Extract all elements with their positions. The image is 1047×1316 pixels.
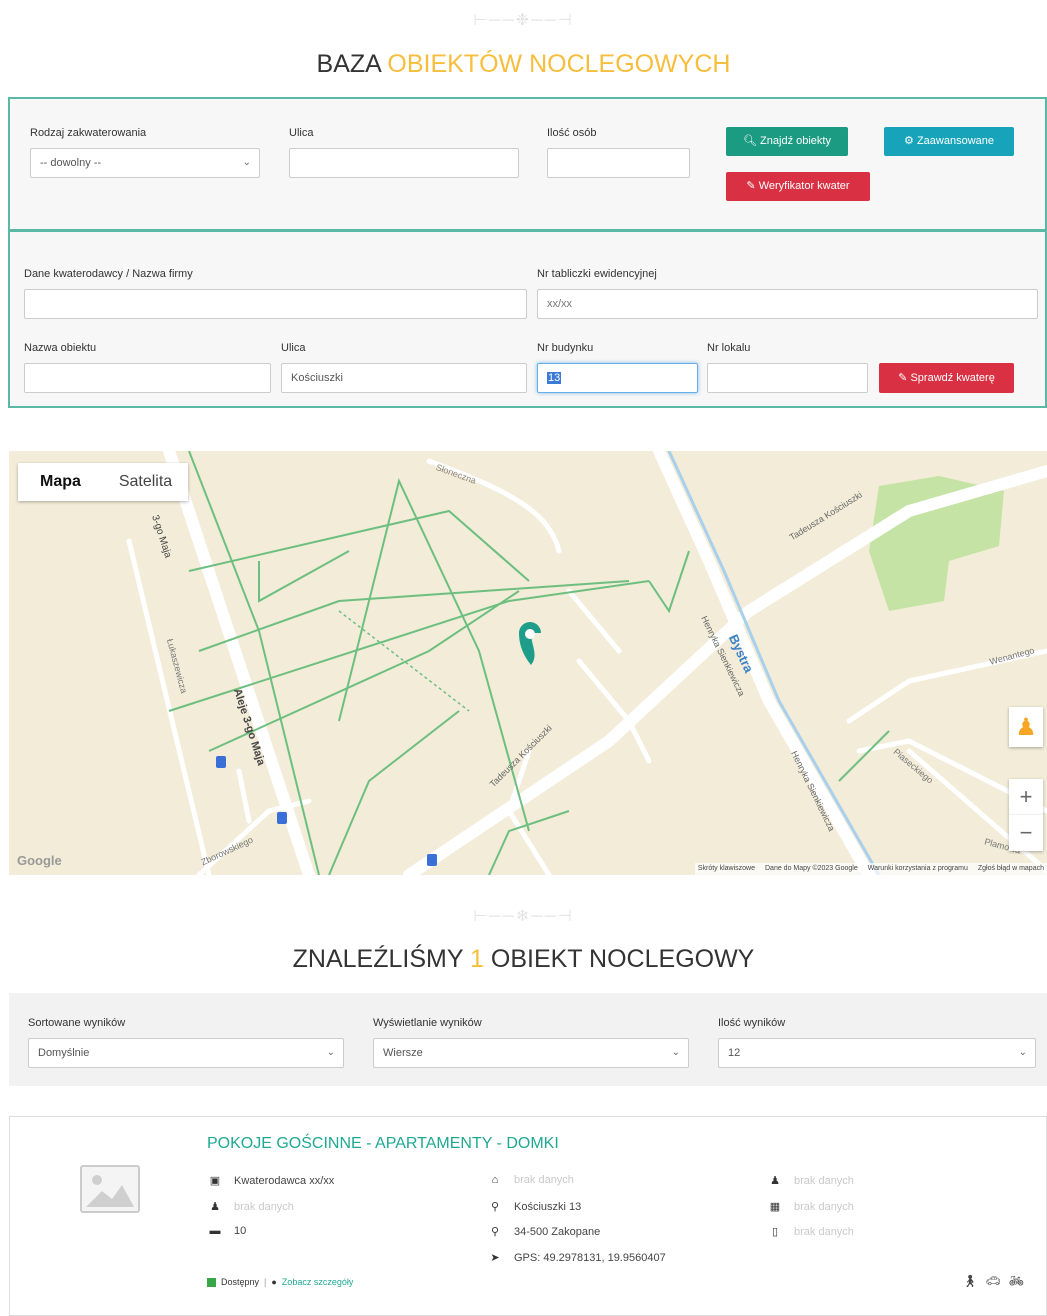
chevron-down-icon: ⌄	[242, 157, 251, 168]
tab-map[interactable]: Mapa	[18, 463, 103, 501]
city-info: ⚲ 34-500 Zakopane	[488, 1225, 600, 1239]
contact-info: ♟ brak danych	[208, 1200, 294, 1214]
apartment-label: Nr lokalu	[707, 342, 751, 354]
street-label: Ulica	[289, 127, 314, 139]
map-marker-icon: ⚲	[490, 1201, 500, 1213]
tag-icon: ✎	[898, 372, 908, 384]
verifier-panel: Dane kwaterodawcy / Nazwa firmy Nr tabli…	[8, 230, 1047, 408]
listing-card: POKOJE GOŚCINNE - APARTAMENTY - DOMKI ▣ K…	[9, 1116, 1047, 1316]
results-options-panel: Sortowane wyników Domyślnie ⌄ Wyświetlani…	[9, 993, 1047, 1086]
search-panel: Rodzaj zakwaterowania -- dowolny -- ⌄ Uli…	[8, 97, 1047, 231]
gps-info: ➤ GPS: 49.2978131, 19.9560407	[488, 1251, 665, 1265]
bicycle-icon: 🚲︎	[1008, 1274, 1024, 1288]
phone-icon: ▦	[769, 1201, 781, 1213]
find-objects-button[interactable]: 🔍︎ Znajdź obiekty	[726, 127, 848, 156]
type-label: Rodzaj zakwaterowania	[30, 127, 147, 139]
listing-title[interactable]: POKOJE GOŚCINNE - APARTAMENTY - DOMKI	[207, 1135, 559, 1153]
plate-input[interactable]: xx/xx	[537, 289, 1038, 319]
advanced-button[interactable]: ⚙ Zaawansowane	[884, 127, 1014, 156]
sort-select[interactable]: Domyślnie ⌄	[28, 1038, 344, 1068]
zoom-in-button[interactable]: +	[1009, 779, 1043, 815]
gear-icon: ⚙	[904, 135, 914, 147]
chevron-down-icon: ⌄	[326, 1047, 335, 1058]
verifier-street-input[interactable]: Kościuszki	[281, 363, 527, 393]
persons-label: Ilość osób	[547, 127, 597, 139]
amenity-icons: 🚶︎ 🚗︎ 🚲︎	[962, 1274, 1024, 1288]
chevron-down-icon: ⌄	[671, 1047, 680, 1058]
persons-input[interactable]	[547, 148, 690, 178]
available-icon	[207, 1277, 216, 1287]
landlord-label: Dane kwaterodawcy / Nazwa firmy	[24, 268, 193, 280]
tag-icon: ✎	[746, 180, 756, 192]
user-icon: ♟	[210, 1201, 220, 1213]
map[interactable]: Słoneczna Tadeusza Kościuszki Tadeusza K…	[9, 451, 1047, 875]
map-canvas	[9, 451, 1047, 875]
verifier-street-label: Ulica	[281, 342, 306, 354]
sort-label: Sortowane wyników	[28, 1017, 126, 1029]
beds-info: ▬ 10	[209, 1225, 247, 1237]
plate-label: Nr tabliczki ewidencyjnej	[537, 268, 657, 280]
category-info: ⌂ brak danych	[488, 1174, 574, 1186]
zoom-out-button[interactable]: −	[1009, 815, 1043, 851]
mobile-icon: ▯	[771, 1226, 779, 1238]
perpage-select[interactable]: 12 ⌄	[718, 1038, 1036, 1068]
info-icon: ●	[271, 1277, 277, 1287]
ornament-divider: ⊢──❄──⊣	[473, 908, 574, 925]
street-input[interactable]	[289, 148, 519, 178]
availability-row: Dostępny | ● Zobacz szczegóły	[207, 1277, 353, 1287]
map-type-tabs: Mapa Satelita	[18, 463, 188, 501]
search-icon: 🔍︎	[743, 135, 757, 147]
google-logo: Google	[17, 853, 62, 868]
building-icon: ⌂	[491, 1174, 499, 1186]
verifier-button[interactable]: ✎ Weryfikator kwater	[726, 172, 870, 201]
chevron-down-icon: ⌄	[1018, 1047, 1027, 1058]
bed-icon: ▬	[209, 1225, 221, 1237]
ornament-divider: ⊢──❉──⊣	[473, 12, 574, 29]
page-title: BAZA OBIEKTÓW NOCLEGOWYCH	[316, 50, 731, 78]
terms-link[interactable]: Warunki korzystania z programu	[868, 863, 968, 875]
image-placeholder-icon	[80, 1165, 140, 1213]
report-error-link[interactable]: Zgłoś błąd w mapach	[978, 863, 1044, 875]
landlord-info: ▣ Kwaterodawca xx/xx	[209, 1174, 335, 1188]
location-arrow-icon: ➤	[490, 1252, 500, 1264]
map-footer: Skróty klawiszowe Dane do Mapy ©2023 Goo…	[694, 863, 1047, 875]
object-name-label: Nazwa obiektu	[24, 342, 97, 354]
details-link[interactable]: Zobacz szczegóły	[282, 1277, 354, 1287]
results-heading: ZNALEŹLIŚMY 1 OBIEKT NOCLEGOWY	[292, 945, 755, 973]
phone-info: ▦ brak danych	[769, 1200, 854, 1214]
map-marker-icon: ⚲	[490, 1226, 500, 1238]
user-icon: ♟	[770, 1175, 780, 1187]
map-data-credit: Dane do Mapy ©2023 Google	[765, 865, 858, 872]
separator: |	[264, 1277, 267, 1287]
available-status: Dostępny	[221, 1277, 260, 1287]
display-label: Wyświetlanie wyników	[373, 1017, 482, 1029]
building-input[interactable]: 13	[537, 363, 698, 393]
display-select[interactable]: Wiersze ⌄	[373, 1038, 689, 1068]
mobile-info: ▯ brak danych	[768, 1225, 854, 1239]
perpage-label: Ilość wyników	[718, 1017, 786, 1029]
check-lodging-button[interactable]: ✎ Sprawdź kwaterę	[879, 363, 1014, 393]
street-view-pegman-icon[interactable]: ♟	[1009, 707, 1043, 747]
id-card-icon: ▣	[209, 1175, 221, 1187]
walking-icon: 🚶︎	[962, 1274, 978, 1288]
apartment-input[interactable]	[707, 363, 868, 393]
accommodation-type-select[interactable]: -- dowolny -- ⌄	[30, 148, 260, 178]
building-label: Nr budynku	[537, 342, 594, 354]
keyboard-shortcuts-link[interactable]: Skróty klawiszowe	[698, 863, 755, 875]
owner-info: ♟ brak danych	[768, 1174, 854, 1188]
car-icon: 🚗︎	[985, 1274, 1001, 1288]
address-info: ⚲ Kościuszki 13	[488, 1200, 581, 1214]
landlord-input[interactable]	[24, 289, 527, 319]
tab-satellite[interactable]: Satelita	[103, 463, 188, 501]
object-name-input[interactable]	[24, 363, 271, 393]
